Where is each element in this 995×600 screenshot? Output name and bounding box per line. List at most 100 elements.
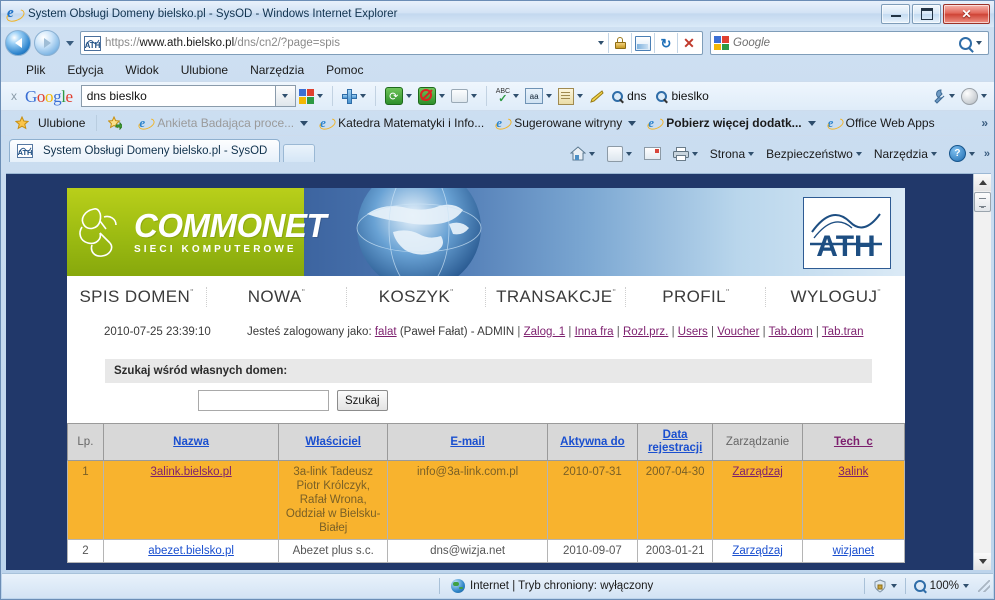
link-tab-dom[interactable]: Tab.dom: [769, 326, 813, 338]
protected-mode-button[interactable]: [865, 579, 905, 593]
column-header-wlasciciel[interactable]: Właściciel: [278, 423, 389, 461]
nav-item-transakcje[interactable]: TRANSAKCJE": [486, 287, 627, 307]
favorites-button[interactable]: Ulubione: [9, 115, 91, 130]
favorite-item-office-web-apps[interactable]: e Office Web Apps: [822, 116, 941, 132]
table-row[interactable]: 2 abezet.bielsko.pl Abezet plus s.c. dns…: [67, 539, 906, 563]
compatibility-view-button[interactable]: [631, 33, 654, 53]
domain-search-input[interactable]: [198, 390, 329, 411]
google-search-button[interactable]: [296, 88, 326, 104]
column-header-tech-c[interactable]: Tech_c: [801, 423, 906, 461]
maximize-button[interactable]: [912, 4, 941, 24]
cell-zarzadzanie[interactable]: Zarządzaj: [712, 460, 803, 540]
column-header-data-rejestracji[interactable]: Data rejestracji: [636, 423, 714, 461]
autofill-button[interactable]: [555, 87, 586, 105]
cell-zarzadzanie[interactable]: Zarządzaj: [712, 539, 803, 563]
table-row[interactable]: 1 3alink.bielsko.pl 3a-link Tadeusz Piot…: [67, 460, 906, 540]
column-header-aktywna-do[interactable]: Aktywna do: [547, 423, 638, 461]
address-dropdown-icon[interactable]: [594, 33, 608, 53]
page-menu-button[interactable]: Strona: [704, 147, 760, 161]
menu-item-ulubione[interactable]: Ulubione: [170, 63, 239, 77]
cell-tech-c[interactable]: 3alink: [801, 460, 906, 540]
toolbar-close-icon[interactable]: x: [9, 89, 25, 103]
refresh-button[interactable]: ↻: [654, 33, 677, 53]
sync-button[interactable]: ⟳: [382, 87, 415, 105]
user-login-link[interactable]: falat: [375, 326, 397, 338]
nav-item-wyloguj[interactable]: WYLOGUJ": [766, 287, 905, 307]
scrollbar-thumb[interactable]: [974, 192, 991, 212]
favorite-item-sugerowane-witryny[interactable]: e Sugerowane witryny: [490, 116, 642, 132]
page-scrollbar[interactable]: [973, 174, 991, 570]
favorite-item-pobierz-dodatki[interactable]: e Pobierz więcej dodatk...: [642, 116, 821, 132]
popup-blocker-button[interactable]: [415, 87, 448, 105]
forward-button[interactable]: [34, 30, 60, 56]
nav-item-nowa[interactable]: NOWA": [207, 287, 347, 307]
scroll-down-button[interactable]: [974, 553, 991, 570]
nav-item-koszyk[interactable]: KOSZYK": [347, 287, 487, 307]
link-rozl-prz[interactable]: Rozl.prz.: [623, 326, 668, 338]
toolbar-account-button[interactable]: [958, 87, 990, 105]
google-search-input[interactable]: dns bieslko: [80, 85, 276, 107]
recent-pages-dropdown-icon[interactable]: [63, 33, 77, 53]
comment-button[interactable]: [448, 89, 480, 103]
column-header-email[interactable]: E-mail: [387, 423, 549, 461]
column-header-nazwa[interactable]: Nazwa: [102, 423, 280, 461]
favorite-item-ankieta[interactable]: e Ankieta Badająca proce...: [133, 116, 314, 132]
security-lock-icon[interactable]: [608, 33, 631, 53]
favorite-item-katedra[interactable]: e Katedra Matematyki i Info...: [314, 116, 490, 132]
safety-menu-button[interactable]: Bezpieczeństwo: [760, 147, 868, 161]
scrollbar-track[interactable]: [974, 212, 991, 553]
chevron-down-icon[interactable]: [963, 584, 969, 588]
security-zone-indicator[interactable]: Internet | Tryb chroniony: wyłączony: [440, 579, 864, 593]
link-tab-tran[interactable]: Tab.tran: [822, 326, 864, 338]
link-voucher[interactable]: Voucher: [717, 326, 759, 338]
spellcheck-button[interactable]: ABC ✓: [493, 88, 522, 104]
minimize-button[interactable]: [881, 4, 910, 24]
search-icon[interactable]: [959, 36, 972, 50]
cell-tech-c[interactable]: wizjanet: [801, 539, 906, 563]
scroll-up-button[interactable]: [974, 174, 991, 191]
add-bookmark-button[interactable]: [339, 88, 369, 104]
menu-item-edycja[interactable]: Edycja: [56, 63, 114, 77]
link-users[interactable]: Users: [678, 326, 708, 338]
google-quick-search-bieslko[interactable]: bieslko: [651, 89, 713, 103]
command-bar-overflow-icon[interactable]: »: [981, 148, 990, 160]
new-tab-button[interactable]: [283, 144, 316, 162]
print-button[interactable]: [667, 146, 704, 161]
nav-item-spis-domen[interactable]: SPIS DOMEN": [67, 287, 207, 307]
favorites-add-icon[interactable]: [102, 115, 133, 131]
commonet-logo[interactable]: COMMONET SIECI KOMPUTEROWE: [67, 188, 327, 276]
toolbar-settings-wrench-icon[interactable]: [928, 88, 958, 104]
translate-button[interactable]: aa: [522, 88, 555, 104]
tab-sysod[interactable]: ATH System Obsługi Domeny bielsko.pl - S…: [9, 139, 281, 162]
google-quick-search-dns[interactable]: dns: [607, 89, 651, 103]
chevron-down-icon[interactable]: [300, 120, 309, 126]
menu-item-narzedzia[interactable]: Narzędzia: [239, 63, 315, 77]
zoom-control[interactable]: 100%: [906, 580, 978, 592]
search-provider-dropdown-icon[interactable]: [972, 33, 986, 53]
help-button[interactable]: ?: [943, 145, 981, 162]
read-mail-button[interactable]: [638, 147, 667, 160]
feeds-button[interactable]: [601, 145, 638, 162]
back-button[interactable]: [5, 30, 31, 56]
google-search-dropdown-icon[interactable]: [274, 85, 296, 107]
menu-item-pomoc[interactable]: Pomoc: [315, 63, 374, 77]
cell-nazwa[interactable]: 3alink.bielsko.pl: [102, 460, 280, 540]
address-bar[interactable]: ATH https://www.ath.bielsko.pl/dns/cn2/?…: [80, 31, 703, 55]
home-button[interactable]: [564, 146, 601, 161]
stop-button[interactable]: ✕: [677, 33, 700, 53]
menu-item-widok[interactable]: Widok: [114, 63, 169, 77]
favorites-overflow-icon[interactable]: »: [981, 116, 994, 130]
highlight-pencil-icon[interactable]: [586, 89, 607, 103]
chevron-down-icon[interactable]: [807, 120, 816, 126]
search-provider-box[interactable]: Google: [710, 31, 989, 55]
search-submit-button[interactable]: Szukaj: [337, 390, 388, 411]
chevron-down-icon[interactable]: [628, 120, 637, 126]
cell-nazwa[interactable]: abezet.bielsko.pl: [102, 539, 280, 563]
link-inna-fra[interactable]: Inna fra: [575, 326, 614, 338]
resize-grip[interactable]: [978, 580, 990, 592]
close-button[interactable]: ✕: [943, 4, 990, 24]
nav-item-profil[interactable]: PROFIL": [626, 287, 767, 307]
tools-menu-button[interactable]: Narzędzia: [868, 147, 943, 161]
menu-item-plik[interactable]: Plik: [15, 63, 56, 77]
link-zalog[interactable]: Zalog. 1: [524, 326, 566, 338]
